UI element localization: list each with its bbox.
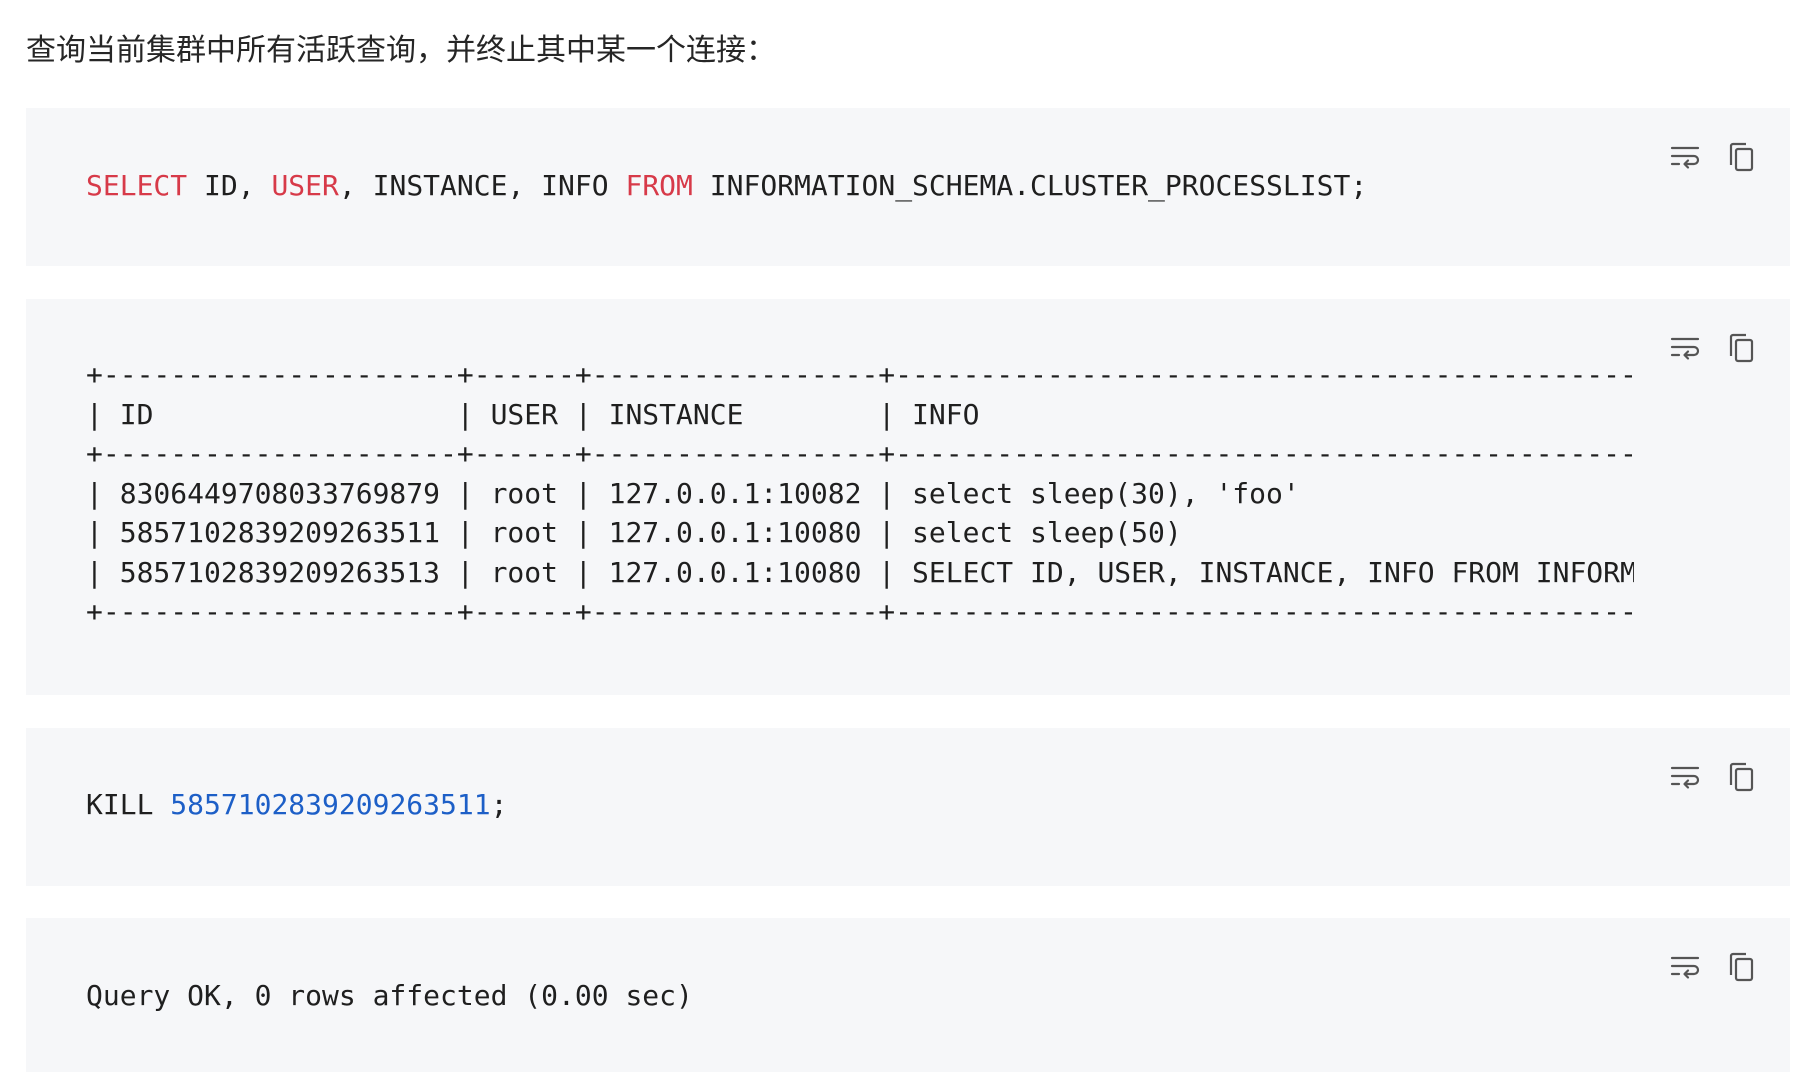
code-line: KILL 5857102839209263511; [86, 785, 1634, 825]
kill-command-code-block: KILL 5857102839209263511; [26, 728, 1790, 886]
wrap-lines-icon [1670, 335, 1700, 361]
copy-button[interactable] [1722, 948, 1760, 986]
sql-keyword: USER [271, 169, 339, 202]
wrap-lines-icon [1670, 954, 1700, 980]
code-token: Query OK, 0 rows affected (0.00 sec) [86, 979, 693, 1012]
sql-keyword: SELECT [86, 169, 188, 202]
copy-icon [1727, 761, 1755, 793]
code-line: | 5857102839209263511 | root | 127.0.0.1… [86, 513, 1634, 553]
code-token: KILL [86, 788, 171, 821]
copy-button[interactable] [1722, 138, 1760, 176]
wrap-lines-button[interactable] [1666, 948, 1704, 986]
code-token: | 5857102839209263513 | root | 127.0.0.1… [86, 555, 1634, 589]
code-token: | 5857102839209263511 | root | 127.0.0.1… [86, 516, 1182, 549]
code-content: KILL 5857102839209263511; [86, 785, 1634, 825]
code-line: | 5857102839209263513 | root | 127.0.0.1… [86, 553, 1634, 593]
code-toolbar [1666, 758, 1760, 796]
code-token: +---------------------+------+----------… [86, 358, 1634, 391]
code-line: +---------------------+------+----------… [86, 434, 1634, 474]
code-toolbar [1666, 948, 1760, 986]
code-content: Query OK, 0 rows affected (0.00 sec) [86, 976, 1634, 1016]
sql-keyword: FROM [625, 169, 693, 202]
wrap-lines-button[interactable] [1666, 138, 1704, 176]
numeric-literal: 5857102839209263511 [170, 788, 491, 821]
copy-icon [1727, 332, 1755, 364]
code-line: | 8306449708033769879 | root | 127.0.0.1… [86, 474, 1634, 514]
code-token: | ID | USER | INSTANCE | INFO [86, 397, 980, 431]
code-line: +---------------------+------+----------… [86, 592, 1634, 632]
code-content: +---------------------+------+----------… [86, 355, 1634, 632]
copy-button[interactable] [1722, 758, 1760, 796]
code-content: SELECT ID, USER, INSTANCE, INFO FROM INF… [86, 166, 1634, 206]
kill-result-code-block: Query OK, 0 rows affected (0.00 sec) [26, 918, 1790, 1072]
code-toolbar [1666, 329, 1760, 367]
copy-button[interactable] [1722, 329, 1760, 367]
wrap-lines-button[interactable] [1666, 758, 1704, 796]
code-token: +---------------------+------+----------… [86, 595, 1634, 628]
code-token: ; [490, 788, 508, 821]
code-line: Query OK, 0 rows affected (0.00 sec) [86, 976, 1634, 1016]
code-toolbar [1666, 138, 1760, 176]
wrap-lines-button[interactable] [1666, 329, 1704, 367]
code-token: INFORMATION_SCHEMA.CLUSTER_PROCESSLIST; [692, 169, 1368, 202]
code-token: ID, [187, 169, 272, 202]
code-token: | 8306449708033769879 | root | 127.0.0.1… [86, 476, 1300, 510]
code-token: +---------------------+------+----------… [86, 437, 1634, 470]
query-result-code-block: +---------------------+------+----------… [26, 299, 1790, 695]
code-line: | ID | USER | INSTANCE | INFO [86, 395, 1634, 435]
code-line: +---------------------+------+----------… [86, 355, 1634, 395]
intro-text: 查询当前集群中所有活跃查询，并终止其中某一个连接： [26, 33, 776, 68]
copy-icon [1727, 141, 1755, 173]
code-line: SELECT ID, USER, INSTANCE, INFO FROM INF… [86, 166, 1634, 206]
sql-query-code-block: SELECT ID, USER, INSTANCE, INFO FROM INF… [26, 108, 1790, 266]
code-token: , INSTANCE, INFO [338, 169, 626, 202]
wrap-lines-icon [1670, 764, 1700, 790]
copy-icon [1727, 951, 1755, 983]
wrap-lines-icon [1670, 144, 1700, 170]
